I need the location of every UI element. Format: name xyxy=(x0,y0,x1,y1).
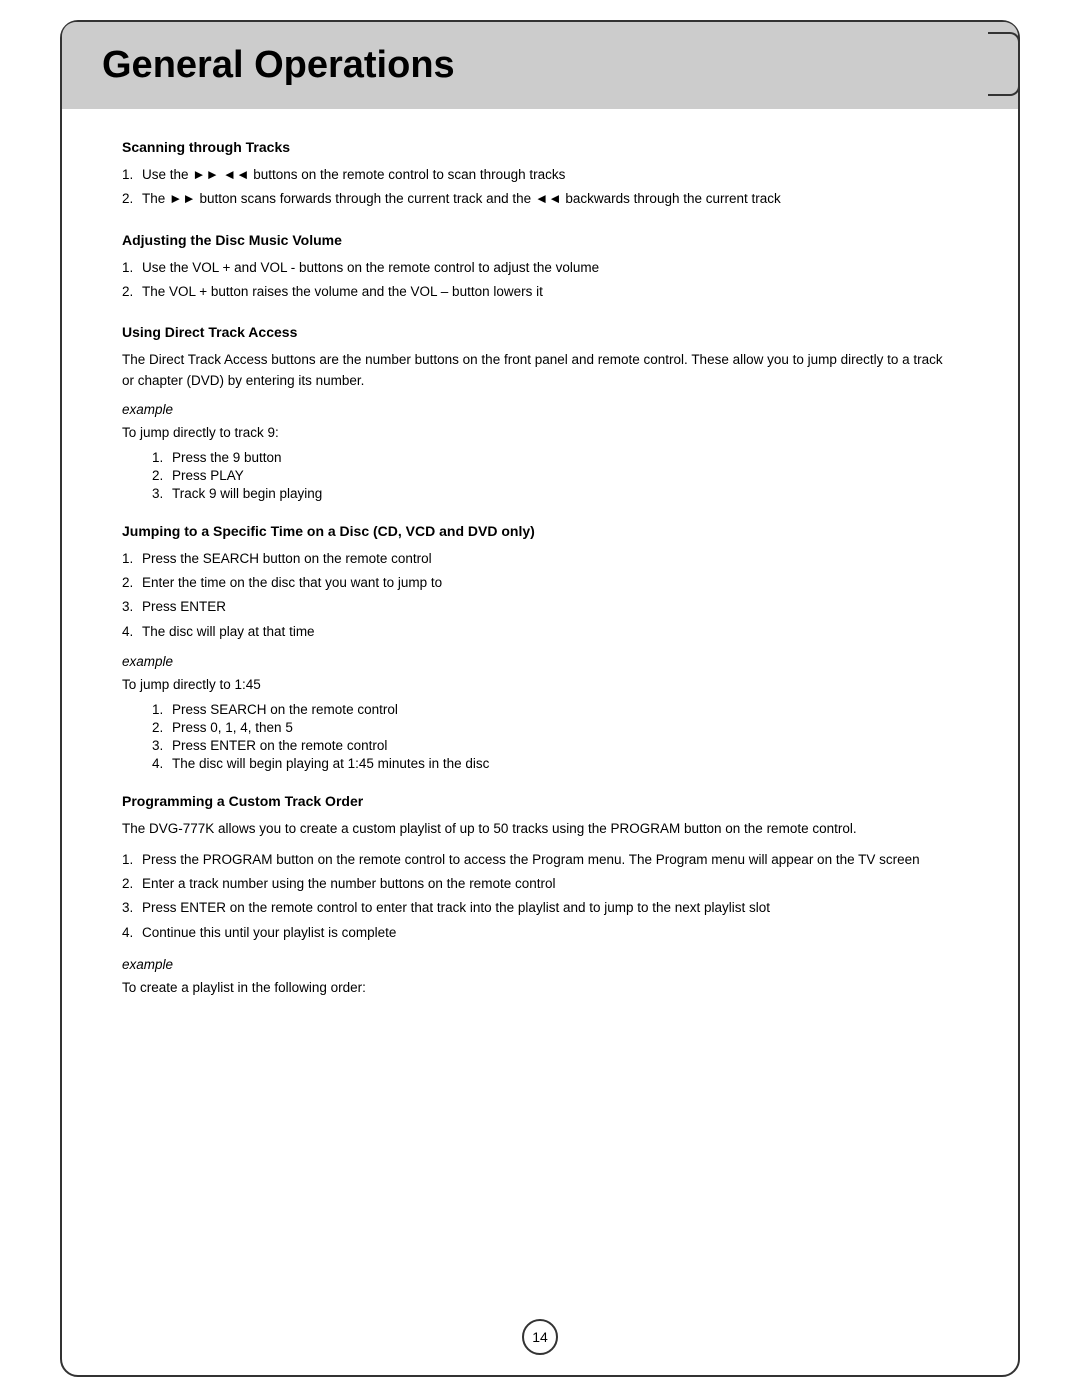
page-number-area: 14 xyxy=(522,1319,558,1355)
list-item: Press 0, 1, 4, then 5 xyxy=(152,720,958,735)
volume-section: Adjusting the Disc Music Volume Use the … xyxy=(122,232,958,303)
programming-example-label: example xyxy=(122,957,958,972)
list-item: Track 9 will begin playing xyxy=(152,486,958,501)
jumping-example-text: To jump directly to 1:45 xyxy=(122,677,958,692)
direct-track-heading: Using Direct Track Access xyxy=(122,324,958,340)
page-title: General Operations xyxy=(102,44,978,87)
direct-track-example-label: example xyxy=(122,402,958,417)
programming-example-text: To create a playlist in the following or… xyxy=(122,980,958,995)
programming-section: Programming a Custom Track Order The DVG… xyxy=(122,793,958,995)
volume-list: Use the VOL + and VOL - buttons on the r… xyxy=(122,258,958,303)
scanning-list: Use the ►► ◄◄ buttons on the remote cont… xyxy=(122,165,958,210)
list-item: Press ENTER on the remote control xyxy=(152,738,958,753)
scanning-heading: Scanning through Tracks xyxy=(122,139,958,155)
page-container: General Operations Scanning through Trac… xyxy=(60,20,1020,1377)
jumping-steps: Press SEARCH on the remote control Press… xyxy=(152,702,958,771)
jumping-list: Press the SEARCH button on the remote co… xyxy=(122,549,958,642)
list-item: The ►► button scans forwards through the… xyxy=(122,189,958,209)
volume-heading: Adjusting the Disc Music Volume xyxy=(122,232,958,248)
list-item: Continue this until your playlist is com… xyxy=(122,923,958,943)
page-number: 14 xyxy=(522,1319,558,1355)
list-item: Use the VOL + and VOL - buttons on the r… xyxy=(122,258,958,278)
jumping-section: Jumping to a Specific Time on a Disc (CD… xyxy=(122,523,958,771)
list-item: Press SEARCH on the remote control xyxy=(152,702,958,717)
scanning-section: Scanning through Tracks Use the ►► ◄◄ bu… xyxy=(122,139,958,210)
list-item: Press the 9 button xyxy=(152,450,958,465)
list-item: Press ENTER xyxy=(122,597,958,617)
list-item: The disc will begin playing at 1:45 minu… xyxy=(152,756,958,771)
jumping-heading: Jumping to a Specific Time on a Disc (CD… xyxy=(122,523,958,539)
list-item: The VOL + button raises the volume and t… xyxy=(122,282,958,302)
content-area: Scanning through Tracks Use the ►► ◄◄ bu… xyxy=(62,139,1018,995)
list-item: Press PLAY xyxy=(152,468,958,483)
direct-track-body: The Direct Track Access buttons are the … xyxy=(122,350,958,392)
direct-track-section: Using Direct Track Access The Direct Tra… xyxy=(122,324,958,501)
list-item: Use the ►► ◄◄ buttons on the remote cont… xyxy=(122,165,958,185)
jumping-example-label: example xyxy=(122,654,958,669)
list-item: Enter the time on the disc that you want… xyxy=(122,573,958,593)
list-item: Press the SEARCH button on the remote co… xyxy=(122,549,958,569)
list-item: Press ENTER on the remote control to ent… xyxy=(122,898,958,918)
page-header: General Operations xyxy=(62,22,1018,109)
list-item: The disc will play at that time xyxy=(122,622,958,642)
programming-body: The DVG-777K allows you to create a cust… xyxy=(122,819,958,840)
programming-list: Press the PROGRAM button on the remote c… xyxy=(122,850,958,943)
programming-heading: Programming a Custom Track Order xyxy=(122,793,958,809)
direct-track-steps: Press the 9 button Press PLAY Track 9 wi… xyxy=(152,450,958,501)
list-item: Enter a track number using the number bu… xyxy=(122,874,958,894)
list-item: Press the PROGRAM button on the remote c… xyxy=(122,850,958,870)
direct-track-example-text: To jump directly to track 9: xyxy=(122,425,958,440)
